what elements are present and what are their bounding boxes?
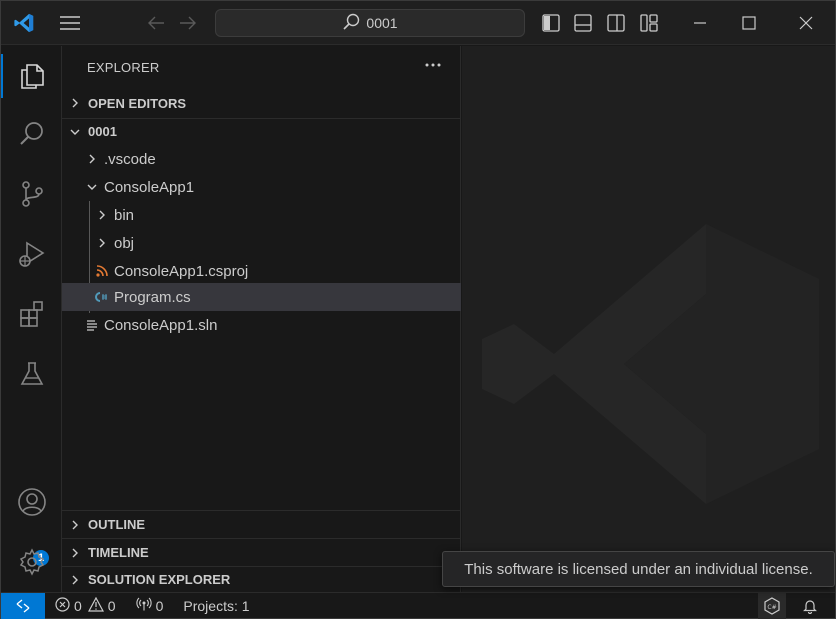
toggle-primary-sidebar-icon[interactable]: [540, 1, 562, 45]
chevron-down-icon: [84, 182, 100, 192]
tree-item-program-cs[interactable]: Program.cs: [62, 283, 461, 311]
tree-item-label: ConsoleApp1.sln: [104, 316, 218, 334]
explorer-icon[interactable]: [1, 48, 62, 104]
settings-gear-icon[interactable]: [1, 534, 62, 590]
search-icon: [342, 13, 360, 34]
status-bar: 0 0 0 Projects: 1 C#: [1, 592, 835, 619]
outline-section[interactable]: OUTLINE: [62, 510, 461, 538]
ports-count: 0: [155, 597, 164, 614]
title-bar: 0001: [1, 1, 835, 45]
extensions-icon[interactable]: [1, 286, 62, 342]
remote-indicator-icon[interactable]: [1, 592, 45, 619]
explorer-title: EXPLORER: [87, 60, 160, 75]
timeline-section[interactable]: TIMELINE: [62, 538, 461, 566]
search-text: 0001: [366, 15, 398, 31]
tree-item-obj[interactable]: obj: [62, 229, 461, 257]
projects-status[interactable]: Projects: 1: [183, 593, 249, 619]
tree-item-vscode[interactable]: .vscode: [62, 145, 461, 173]
solution-explorer-section[interactable]: SOLUTION EXPLORER: [62, 566, 461, 592]
vscode-logo-icon: [11, 1, 37, 45]
minimize-icon[interactable]: [689, 1, 711, 45]
problems-status[interactable]: 0 0: [55, 593, 116, 619]
rss-icon: [94, 265, 110, 277]
section-label: OPEN EDITORS: [88, 95, 187, 111]
activity-bar: 1: [1, 46, 62, 592]
chevron-right-icon: [94, 209, 110, 221]
chevron-down-icon: [62, 127, 88, 137]
vscode-window: 0001 1 EXPLORER OPEN EDITORS 0001 .vscod…: [0, 0, 836, 619]
accounts-icon[interactable]: [1, 474, 62, 530]
command-center-search[interactable]: 0001: [215, 9, 525, 37]
lines-file-icon: [84, 319, 100, 331]
explorer-sidebar: EXPLORER OPEN EDITORS 0001 .vscode Conso…: [62, 46, 461, 592]
tree-item-label: ConsoleApp1.csproj: [114, 262, 249, 280]
section-label: OUTLINE: [88, 517, 146, 532]
toggle-secondary-sidebar-icon[interactable]: [605, 1, 627, 45]
tree-item-sln[interactable]: ConsoleApp1.sln: [62, 311, 461, 339]
tree-item-csproj[interactable]: ConsoleApp1.csproj: [62, 257, 461, 285]
chevron-right-icon: [62, 575, 88, 585]
vscode-watermark-logo: [482, 224, 819, 504]
tree-item-label: .vscode: [104, 150, 156, 168]
svg-text:C#: C#: [767, 604, 776, 611]
section-label: 0001: [88, 124, 117, 139]
run-and-debug-icon[interactable]: [1, 226, 62, 282]
testing-flask-icon[interactable]: [1, 346, 62, 402]
toggle-panel-icon[interactable]: [572, 1, 594, 45]
tree-item-bin[interactable]: bin: [62, 201, 461, 229]
section-label: SOLUTION EXPLORER: [88, 572, 231, 587]
ports-status[interactable]: 0: [135, 593, 164, 619]
error-icon: [55, 596, 70, 615]
projects-label: Projects: 1: [183, 597, 250, 614]
tree-item-label: Program.cs: [114, 288, 191, 306]
maximize-icon[interactable]: [738, 1, 760, 45]
chevron-right-icon: [62, 520, 88, 530]
error-count: 0: [74, 597, 82, 614]
tree-item-label: ConsoleApp1: [104, 178, 195, 196]
more-actions-icon[interactable]: [422, 54, 444, 76]
chevron-right-icon: [62, 548, 88, 558]
back-arrow-icon[interactable]: [145, 1, 167, 45]
tree-item-consoleapp1[interactable]: ConsoleApp1: [62, 173, 461, 201]
section-label: TIMELINE: [88, 545, 149, 560]
folder-section[interactable]: 0001: [62, 118, 461, 144]
source-control-icon[interactable]: [1, 166, 62, 222]
chevron-right-icon: [84, 153, 100, 165]
warning-icon: [87, 596, 104, 615]
customize-layout-icon[interactable]: [638, 1, 660, 45]
editor-area: [462, 46, 835, 592]
chevron-right-icon: [62, 98, 88, 108]
broadcast-icon: [135, 596, 152, 615]
chevron-right-icon: [94, 237, 110, 249]
tree-item-label: obj: [114, 234, 135, 252]
close-icon[interactable]: [795, 1, 817, 45]
search-icon[interactable]: [1, 106, 62, 162]
open-editors-section[interactable]: OPEN EDITORS: [62, 90, 461, 116]
license-tooltip: This software is licensed under an indiv…: [442, 551, 835, 587]
tree-item-label: bin: [114, 206, 135, 224]
csharp-devkit-status-icon[interactable]: C#: [758, 592, 786, 619]
forward-arrow-icon[interactable]: [177, 1, 199, 45]
notifications-bell-icon[interactable]: [800, 593, 820, 619]
warning-count: 0: [107, 597, 116, 614]
menu-hamburger-icon[interactable]: [57, 1, 83, 45]
csharp-file-icon: [92, 290, 108, 304]
